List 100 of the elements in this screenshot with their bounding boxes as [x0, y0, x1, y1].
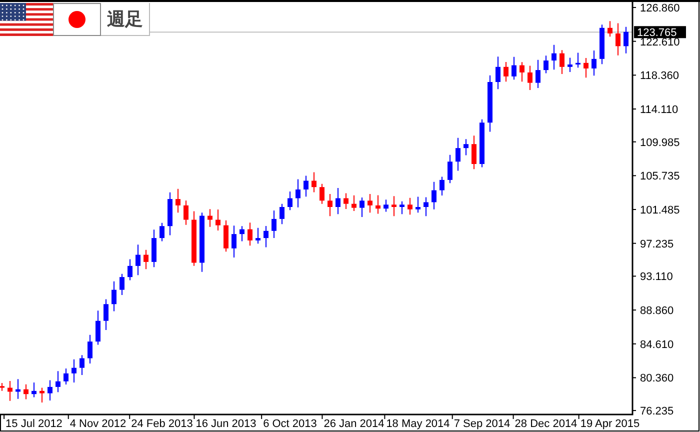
candle	[512, 56, 516, 80]
candle	[152, 229, 156, 268]
candle	[392, 196, 396, 217]
candle	[16, 378, 20, 400]
candle	[48, 380, 52, 401]
candle	[400, 200, 404, 215]
candle	[120, 273, 124, 296]
axis-label: 126.860	[640, 2, 680, 14]
candle	[96, 310, 100, 346]
candle	[488, 74, 492, 132]
candle	[296, 178, 300, 208]
candle	[72, 358, 76, 384]
axis-label: 4 Nov 2012	[70, 418, 126, 430]
candle	[64, 368, 68, 386]
candle	[384, 199, 388, 212]
axis-label: 101.485	[640, 204, 680, 216]
candle	[200, 212, 204, 272]
candle	[608, 20, 612, 38]
candle	[112, 280, 116, 312]
axis-label: 19 Apr 2015	[580, 418, 640, 430]
axis-label: 28 Dec 2014	[514, 418, 578, 430]
candle	[144, 249, 148, 270]
candle	[288, 191, 292, 211]
axis-label: 16 Jun 2013	[196, 418, 256, 430]
candle	[232, 225, 236, 258]
candle	[320, 183, 324, 204]
candle	[160, 222, 164, 242]
candle	[624, 26, 628, 54]
candle	[312, 172, 316, 193]
candle	[456, 137, 460, 172]
candle	[24, 384, 28, 400]
axis-label: 24 Feb 2013	[131, 418, 193, 430]
candle	[440, 176, 444, 196]
axis-label: 76.235	[640, 406, 674, 418]
candle	[344, 192, 348, 210]
candle	[568, 57, 572, 73]
candle	[336, 188, 340, 215]
candle	[272, 210, 276, 239]
candle	[472, 135, 476, 170]
candle	[576, 52, 580, 68]
candle	[328, 193, 332, 217]
chart-title: 週足	[101, 3, 150, 36]
axis-label: 18 May 2014	[386, 418, 450, 430]
candle	[280, 203, 284, 225]
candle	[264, 225, 268, 248]
japan-flag-icon	[53, 3, 101, 36]
candle	[32, 382, 36, 398]
candle	[224, 220, 228, 252]
candle	[128, 258, 132, 281]
axis-label: 105.735	[640, 170, 680, 183]
candle	[520, 62, 524, 82]
axis-label: 88.860	[640, 305, 674, 318]
candle	[256, 227, 260, 244]
candle	[184, 200, 188, 226]
candle	[88, 334, 92, 364]
candle	[552, 44, 556, 70]
candle	[528, 65, 532, 90]
axis-label: 118.360	[640, 70, 679, 82]
candle	[240, 226, 244, 242]
axis-label: 97.235	[640, 238, 674, 250]
axis-label: 84.610	[640, 338, 674, 351]
candle	[560, 50, 564, 75]
candle	[464, 138, 468, 156]
axis-label: 7 Sep 2014	[454, 418, 510, 430]
axis-label: 109.985	[640, 136, 680, 149]
candle	[544, 55, 548, 74]
candle	[424, 196, 428, 217]
price-badge: 123.765	[634, 26, 686, 40]
candle	[416, 196, 420, 214]
candle	[104, 298, 108, 330]
candle	[192, 210, 196, 266]
candle	[496, 56, 500, 90]
candle	[368, 193, 372, 214]
candle	[600, 24, 604, 65]
candle	[352, 194, 356, 212]
candle	[80, 354, 84, 376]
candle	[56, 370, 60, 393]
candle	[40, 387, 44, 403]
candle	[448, 154, 452, 184]
candle	[216, 209, 220, 231]
candle	[360, 196, 364, 218]
candle	[8, 380, 12, 402]
axis-label: 6 Oct 2013	[263, 418, 317, 430]
axis-label: 80.360	[640, 372, 674, 385]
axis-label: 26 Jan 2014	[324, 418, 384, 430]
candle	[248, 222, 252, 246]
candle	[408, 197, 412, 216]
candle	[168, 192, 172, 236]
candle	[480, 118, 484, 168]
axis-label: 93.110	[640, 271, 673, 284]
axis-label: 15 Jul 2012	[6, 418, 62, 430]
candle	[136, 244, 140, 276]
us-flag-icon	[0, 3, 53, 36]
candle	[208, 208, 212, 228]
axis-label: 114.110	[640, 104, 678, 116]
candle	[432, 181, 436, 210]
candle	[584, 57, 588, 78]
candle	[504, 61, 508, 82]
candle	[536, 59, 540, 88]
candle	[0, 382, 4, 392]
